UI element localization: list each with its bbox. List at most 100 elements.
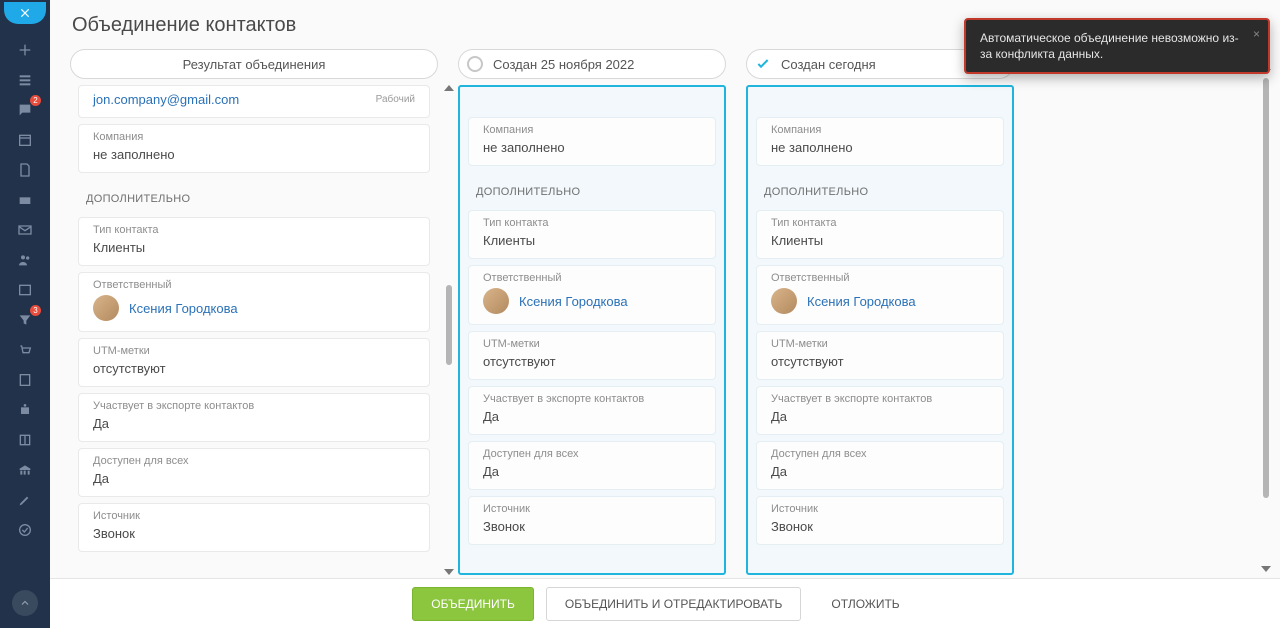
s2-source[interactable]: Источник Звонок [756, 496, 1004, 545]
source1-body: Компания не заполнено ДОПОЛНИТЕЛЬНО Тип … [458, 85, 726, 575]
field-company-label: Компания [93, 131, 415, 143]
source1-column: Создан 25 ноября 2022 Компания не заполн… [458, 49, 726, 575]
s1-contact-type[interactable]: Тип контакта Клиенты [468, 210, 716, 259]
manager-block[interactable]: Ксения Городкова [93, 295, 415, 321]
label: UTM-метки [771, 338, 989, 350]
cart-icon [17, 342, 33, 358]
main-area: Объединение контактов Результат объедине… [50, 0, 1280, 628]
value: Звонок [483, 519, 701, 534]
list-icon [17, 72, 33, 88]
sidebar-collapse-button[interactable] [4, 2, 46, 24]
label: Участвует в экспорте контактов [483, 393, 701, 405]
source2-body: Компания не заполнено ДОПОЛНИТЕЛЬНО Тип … [746, 85, 1014, 575]
nav-bank[interactable] [7, 456, 43, 484]
label: UTM-метки [483, 338, 701, 350]
field-responsible-label: Ответственный [93, 279, 415, 291]
nav-contacts[interactable] [7, 366, 43, 394]
nav-mail[interactable] [7, 216, 43, 244]
nav-drawer[interactable] [7, 186, 43, 214]
source1-header[interactable]: Создан 25 ноября 2022 [458, 49, 726, 79]
s1-company[interactable]: Компания не заполнено [468, 117, 716, 166]
nav-cart[interactable] [7, 336, 43, 364]
label: Источник [771, 503, 989, 515]
s2-company[interactable]: Компания не заполнено [756, 117, 1004, 166]
value: отсутствуют [483, 354, 701, 369]
s1-public[interactable]: Доступен для всех Да [468, 441, 716, 490]
s1-utm[interactable]: UTM-метки отсутствуют [468, 331, 716, 380]
value: Да [771, 464, 989, 479]
nav-users[interactable] [7, 246, 43, 274]
value: Да [483, 409, 701, 424]
avatar [483, 288, 509, 314]
label: Компания [771, 124, 989, 136]
drawer-icon [17, 192, 33, 208]
merge-button[interactable]: ОБЪЕДИНИТЬ [412, 587, 534, 621]
field-export: Участвует в экспорте контактов Да [78, 393, 430, 442]
page-scrollbar[interactable] [1260, 64, 1272, 572]
nav-pen[interactable] [7, 486, 43, 514]
result-header-label: Результат объединения [183, 57, 326, 72]
scroll-thumb[interactable] [1263, 78, 1269, 498]
result-scrollbar[interactable] [444, 85, 454, 575]
close-icon [18, 6, 32, 20]
source1-header-label: Создан 25 ноября 2022 [493, 57, 634, 72]
field-utm-label: UTM-метки [93, 345, 415, 357]
field-public-value: Да [93, 471, 415, 486]
radio-unchecked-icon[interactable] [467, 56, 483, 72]
merge-and-edit-button[interactable]: ОБЪЕДИНИТЬ И ОТРЕДАКТИРОВАТЬ [546, 587, 802, 621]
nav-calendar[interactable] [7, 126, 43, 154]
s1-responsible[interactable]: Ответственный Ксения Городкова [468, 265, 716, 325]
chevron-down-icon [444, 569, 454, 575]
postpone-button[interactable]: ОТЛОЖИТЬ [813, 587, 917, 621]
s2-responsible[interactable]: Ответственный Ксения Городкова [756, 265, 1004, 325]
label: Доступен для всех [483, 448, 701, 460]
funnel-icon [17, 312, 33, 328]
label: Участвует в экспорте контактов [771, 393, 989, 405]
mail-icon [17, 222, 33, 238]
email-value[interactable]: jon.company@gmail.com [93, 92, 415, 107]
bank-icon [17, 462, 33, 478]
field-source-label: Источник [93, 510, 415, 522]
nav-chat[interactable]: 2 [7, 96, 43, 124]
s2-export[interactable]: Участвует в экспорте контактов Да [756, 386, 1004, 435]
source2-header-label: Создан сегодня [781, 57, 876, 72]
value: Да [771, 409, 989, 424]
nav-docs[interactable] [7, 156, 43, 184]
s1-additional: ДОПОЛНИТЕЛЬНО [460, 172, 724, 204]
nav-scroll-up[interactable] [12, 590, 38, 616]
s2-contact-type[interactable]: Тип контакта Клиенты [756, 210, 1004, 259]
nav-funnel[interactable]: 3 [7, 306, 43, 334]
value: не заполнено [483, 140, 701, 155]
field-company: Компания не заполнено [78, 124, 430, 173]
label: Тип контакта [483, 217, 701, 229]
window-icon [17, 282, 33, 298]
s2-public[interactable]: Доступен для всех Да [756, 441, 1004, 490]
nav-check[interactable] [7, 516, 43, 544]
nav-robot[interactable] [7, 396, 43, 424]
nav-tasks[interactable] [7, 66, 43, 94]
source2-column: Создан сегодня Компания не заполнено ДОП… [746, 49, 1014, 575]
s1-export[interactable]: Участвует в экспорте контактов Да [468, 386, 716, 435]
robot-icon [17, 402, 33, 418]
nav-add[interactable] [7, 36, 43, 64]
manager-block: Ксения Городкова [483, 288, 701, 314]
funnel-badge: 3 [30, 305, 41, 316]
chat-badge: 2 [30, 95, 41, 106]
s2-additional: ДОПОЛНИТЕЛЬНО [748, 172, 1012, 204]
s1-source[interactable]: Источник Звонок [468, 496, 716, 545]
s2-utm[interactable]: UTM-метки отсутствуют [756, 331, 1004, 380]
check-icon[interactable] [755, 56, 771, 72]
nav-window[interactable] [7, 276, 43, 304]
field-utm: UTM-метки отсутствуют [78, 338, 430, 387]
manager-name: Ксения Городкова [807, 294, 916, 309]
field-responsible: Ответственный Ксения Городкова [78, 272, 430, 332]
document-icon [17, 162, 33, 178]
manager-name: Ксения Городкова [519, 294, 628, 309]
section-additional: ДОПОЛНИТЕЛЬНО [70, 179, 438, 211]
value: Звонок [771, 519, 989, 534]
toast-close-button[interactable]: × [1253, 26, 1260, 42]
label: Тип контакта [771, 217, 989, 229]
scroll-thumb[interactable] [446, 285, 452, 365]
email-type-badge: Рабочий [376, 94, 415, 105]
nav-book[interactable] [7, 426, 43, 454]
